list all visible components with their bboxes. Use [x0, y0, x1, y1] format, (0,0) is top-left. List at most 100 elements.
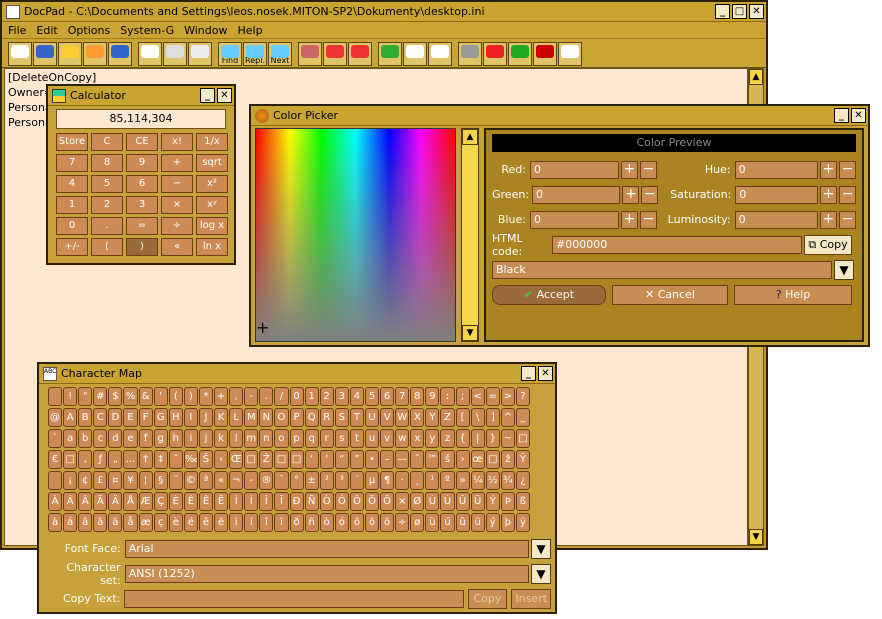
char-cell[interactable]: Â — [78, 492, 93, 511]
lum-down-arrow[interactable]: ▼ — [462, 325, 478, 341]
char-cell[interactable]: e — [123, 429, 138, 448]
toolbar-button-find-next[interactable]: Next — [268, 42, 292, 66]
char-cell[interactable]: ½ — [485, 471, 500, 490]
char-cell[interactable]: 7 — [395, 387, 410, 406]
char-cell[interactable]: T — [349, 408, 364, 427]
char-cell[interactable]: w — [395, 429, 410, 448]
saturation-field[interactable]: 0 — [735, 185, 819, 204]
char-cell[interactable]: · — [395, 471, 410, 490]
char-cell[interactable]: Î — [259, 492, 274, 511]
char-cell[interactable]: □ — [244, 450, 259, 469]
char-cell[interactable]: ” — [349, 450, 364, 469]
menu-item-help[interactable]: Help — [237, 24, 262, 37]
char-cell[interactable]: ) — [183, 387, 198, 406]
char-cell[interactable]: ~ — [500, 429, 515, 448]
char-cell[interactable]: . — [259, 387, 274, 406]
calc-key[interactable]: Store — [56, 133, 88, 151]
char-cell[interactable]: l — [229, 429, 244, 448]
char-cell[interactable]: • — [364, 450, 380, 469]
char-cell[interactable]: § — [153, 471, 168, 490]
char-cell[interactable]: Ÿ — [515, 450, 530, 469]
char-cell[interactable]: ü — [470, 513, 485, 532]
char-cell[interactable]: ¹ — [425, 471, 440, 490]
char-cell[interactable]: À — [48, 492, 63, 511]
char-cell[interactable]: x — [410, 429, 425, 448]
char-cell[interactable]: Ì — [229, 492, 244, 511]
toolbar-button-cut[interactable] — [138, 42, 162, 66]
char-cell[interactable]: ™ — [425, 450, 440, 469]
char-cell[interactable]: J — [198, 408, 214, 427]
color-spectrum[interactable]: + — [255, 128, 456, 342]
char-cell[interactable]: ¼ — [470, 471, 485, 490]
maximize-button[interactable]: □ — [732, 4, 747, 19]
char-cell[interactable]: N — [259, 408, 274, 427]
char-cell[interactable]: z — [440, 429, 455, 448]
calc-key[interactable]: 6 — [126, 175, 158, 193]
char-cell[interactable]: ð — [289, 513, 304, 532]
toolbar-button-save-all[interactable] — [83, 42, 107, 66]
char-cell[interactable]: & — [138, 387, 153, 406]
char-cell[interactable]: ‰ — [183, 450, 198, 469]
char-cell[interactable]: ? — [515, 387, 530, 406]
charmap-close-button[interactable]: ✕ — [538, 366, 553, 381]
char-cell[interactable]: C — [93, 408, 108, 427]
char-cell[interactable]: H — [168, 408, 183, 427]
char-cell[interactable]: n — [259, 429, 274, 448]
charset-select[interactable]: ANSI (1252) — [124, 564, 530, 583]
char-cell[interactable]: + — [214, 387, 229, 406]
minimize-button[interactable]: _ — [715, 4, 730, 19]
char-cell[interactable]: D — [108, 408, 123, 427]
calc-key[interactable]: x! — [161, 133, 193, 151]
char-cell[interactable]: Ù — [425, 492, 440, 511]
char-cell[interactable]: ö — [380, 513, 395, 532]
char-cell[interactable]: \ — [470, 408, 485, 427]
calculator-display[interactable]: 85,114,304 — [56, 109, 226, 129]
charmap-insert-button[interactable]: Insert — [511, 588, 551, 609]
char-cell[interactable]: Ã — [93, 492, 108, 511]
sat-minus-button[interactable]: − — [839, 185, 857, 204]
docpad-titlebar[interactable]: DocPad - C:\Documents and Settings\leos.… — [2, 2, 766, 22]
char-cell[interactable]: | — [470, 429, 485, 448]
calc-key[interactable]: × — [161, 196, 193, 214]
char-cell[interactable]: a — [63, 429, 78, 448]
calc-key[interactable]: 2 — [91, 196, 123, 214]
char-cell[interactable]: Þ — [500, 492, 515, 511]
color-name-select[interactable]: Black — [492, 260, 832, 279]
calc-key[interactable]: + — [161, 154, 193, 172]
char-cell[interactable]: › — [455, 450, 470, 469]
char-cell[interactable]: ô — [349, 513, 364, 532]
hue-minus-button[interactable]: − — [838, 160, 856, 179]
calc-key[interactable]: +/- — [56, 238, 88, 256]
char-cell[interactable]: Ž — [259, 450, 274, 469]
char-cell[interactable]: × — [395, 492, 410, 511]
char-cell[interactable]: û — [455, 513, 470, 532]
calc-minimize-button[interactable]: _ — [200, 88, 215, 103]
char-cell[interactable]: ä — [108, 513, 123, 532]
char-cell[interactable]: □ — [485, 450, 500, 469]
char-cell[interactable]: ³ — [334, 471, 349, 490]
calc-key[interactable]: « — [161, 238, 193, 256]
char-cell[interactable]: j — [198, 429, 214, 448]
char-cell[interactable]: ¯ — [274, 471, 289, 490]
char-cell[interactable]: I — [183, 408, 198, 427]
char-cell[interactable]: è — [168, 513, 183, 532]
char-cell[interactable]: } — [485, 429, 500, 448]
char-cell[interactable]: _ — [515, 408, 530, 427]
calc-key[interactable]: xʸ — [196, 196, 228, 214]
char-cell[interactable]: ß — [515, 492, 530, 511]
char-cell[interactable]: k — [214, 429, 229, 448]
scroll-up-arrow[interactable]: ▲ — [749, 69, 763, 85]
char-cell[interactable]: ‚ — [78, 450, 93, 469]
char-cell[interactable]: r — [319, 429, 334, 448]
char-cell[interactable]: â — [78, 513, 93, 532]
char-cell[interactable]: v — [380, 429, 395, 448]
char-cell[interactable]: ¬ — [229, 471, 244, 490]
char-cell[interactable]: Ó — [334, 492, 349, 511]
char-cell[interactable]: ƒ — [93, 450, 108, 469]
toolbar-button-bookmark[interactable] — [323, 42, 347, 66]
toolbar-button-macro[interactable] — [458, 42, 482, 66]
char-cell[interactable]: ] — [485, 408, 500, 427]
char-cell[interactable]: Ò — [319, 492, 334, 511]
char-cell[interactable]: ª — [198, 471, 214, 490]
char-cell[interactable]: ¤ — [108, 471, 123, 490]
